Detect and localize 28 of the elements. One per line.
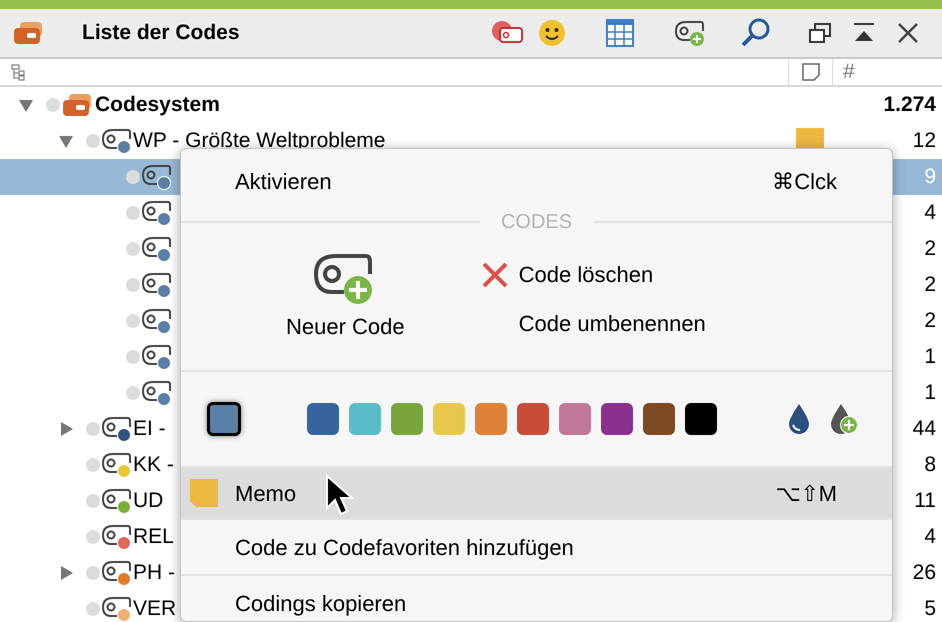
code-label: VER: [133, 597, 176, 620]
code-count: 1: [924, 345, 936, 368]
code-count: 2: [924, 273, 936, 296]
code-count: 11: [914, 489, 936, 512]
code-label: WP - Größte Weltprobleme: [133, 129, 386, 152]
code-count: 4: [924, 201, 936, 224]
code-count: 12: [912, 129, 936, 152]
section-header: CODES: [500, 210, 574, 235]
shortcut-label: ⌥⇧M: [776, 480, 837, 508]
code-count: 44: [912, 417, 936, 440]
code-count: 2: [924, 309, 936, 332]
code-label: KK -: [133, 453, 174, 476]
code-count: 1: [924, 381, 936, 404]
code-count: 4: [924, 525, 936, 548]
column-header: #: [843, 59, 855, 86]
code-count: 2: [924, 237, 936, 260]
code-count: 5: [924, 597, 936, 620]
code-label: REL: [133, 525, 174, 548]
code-label: EI -: [133, 417, 166, 440]
code-count: 1.274: [883, 93, 936, 116]
panel-title: Liste der Codes: [82, 20, 240, 46]
code-count: 26: [912, 561, 936, 584]
code-label: UD: [133, 489, 164, 512]
tree-root-label: Codesystem: [95, 93, 220, 116]
code-label: PH -: [133, 561, 175, 584]
shortcut-label: ⌘Clck: [772, 168, 837, 196]
code-count: 9: [924, 165, 936, 188]
code-count: 8: [924, 453, 936, 476]
